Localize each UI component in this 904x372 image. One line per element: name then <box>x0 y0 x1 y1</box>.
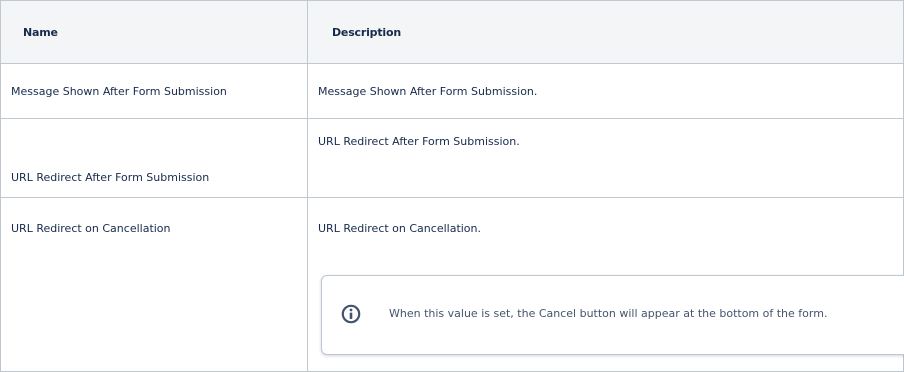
row-name-cell: URL Redirect on Cancellation <box>0 197 308 372</box>
row-name-cell: URL Redirect After Form Submission <box>0 118 308 198</box>
table-header-row: Name Description <box>0 0 904 64</box>
table-row: URL Redirect After Form Submission URL R… <box>0 118 904 198</box>
info-icon <box>341 304 361 324</box>
column-header-description: Description <box>307 0 904 64</box>
info-panel-text: When this value is set, the Cancel butto… <box>389 307 828 320</box>
info-panel: When this value is set, the Cancel butto… <box>321 275 904 355</box>
row-description-cell: URL Redirect on Cancellation. When this … <box>307 197 904 372</box>
parameters-table: Name Description Message Shown After For… <box>0 0 904 372</box>
row-description-text: URL Redirect on Cancellation. <box>318 222 482 235</box>
row-description-cell: URL Redirect After Form Submission. <box>307 118 904 198</box>
row-description-cell: Message Shown After Form Submission. <box>307 63 904 119</box>
column-header-name: Name <box>0 0 308 64</box>
row-name-cell: Message Shown After Form Submission <box>0 63 308 119</box>
table-row: Message Shown After Form Submission Mess… <box>0 63 904 119</box>
table-row: URL Redirect on Cancellation URL Redirec… <box>0 197 904 372</box>
